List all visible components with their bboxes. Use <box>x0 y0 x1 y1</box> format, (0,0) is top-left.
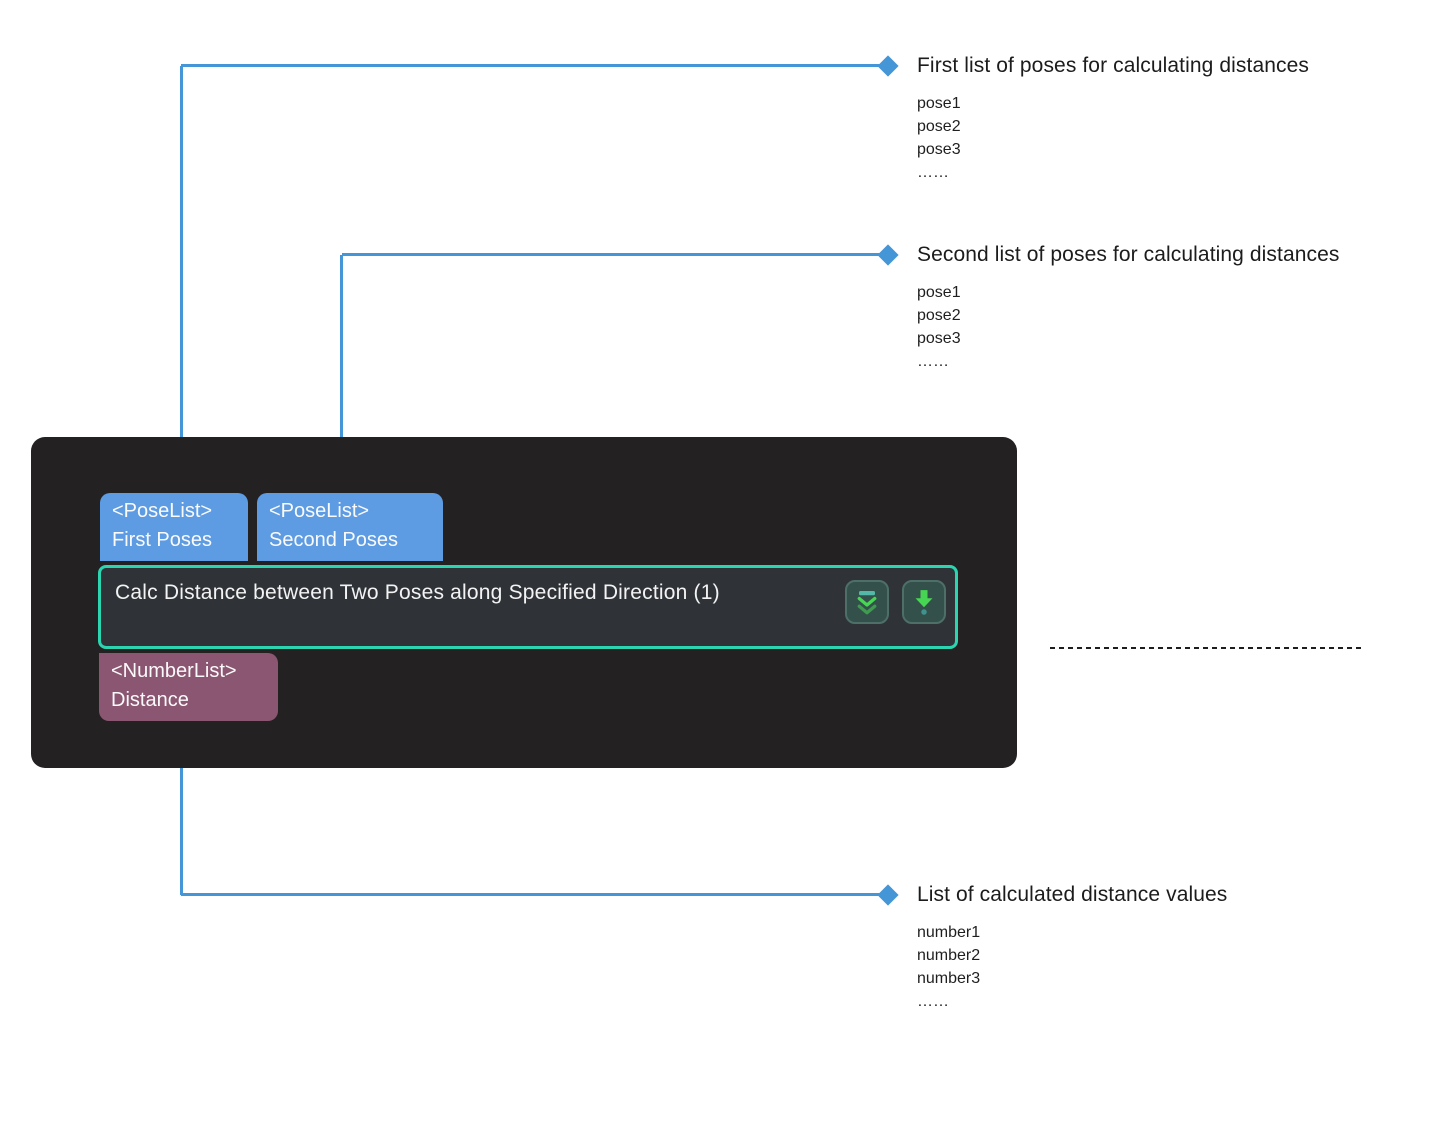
port-type-label: <PoseList> <box>269 497 431 526</box>
connector-line-second-input-horizontal <box>342 253 888 256</box>
list-item: pose3 <box>917 327 1340 350</box>
port-type-label: <NumberList> <box>111 657 266 686</box>
list-item: pose2 <box>917 115 1309 138</box>
connector-diamond-first-label <box>877 55 898 76</box>
connector-line-first-input-horizontal <box>181 64 888 67</box>
annotation-item-list: number1number2number3…… <box>917 921 1227 1013</box>
node-group-panel[interactable]: <PoseList> First Poses <PoseList> Second… <box>31 437 1017 768</box>
collapse-node-button[interactable] <box>845 580 889 624</box>
diagram-canvas: <PoseList> First Poses <PoseList> Second… <box>0 0 1442 1121</box>
list-item: …… <box>917 990 1227 1013</box>
list-item: pose2 <box>917 304 1340 327</box>
node-calc-distance[interactable]: Calc Distance between Two Poses along Sp… <box>98 565 958 649</box>
dotted-separator-line <box>1050 647 1362 649</box>
annotation-second-input: Second list of poses for calculating dis… <box>917 241 1340 373</box>
annotation-title: First list of poses for calculating dist… <box>917 52 1309 80</box>
list-item: pose3 <box>917 138 1309 161</box>
list-item: …… <box>917 161 1309 184</box>
port-type-label: <PoseList> <box>112 497 236 526</box>
double-chevron-down-icon <box>852 586 882 618</box>
port-name-label: Second Poses <box>269 526 431 555</box>
list-item: pose1 <box>917 92 1309 115</box>
list-item: number3 <box>917 967 1227 990</box>
step-run-button[interactable] <box>902 580 946 624</box>
output-port-distance[interactable]: <NumberList> Distance <box>99 653 278 721</box>
port-name-label: Distance <box>111 686 266 715</box>
port-name-label: First Poses <box>112 526 236 555</box>
annotation-item-list: pose1pose2pose3…… <box>917 281 1340 373</box>
annotation-output: List of calculated distance values numbe… <box>917 881 1227 1013</box>
annotation-title: Second list of poses for calculating dis… <box>917 241 1340 269</box>
arrow-down-dot-icon <box>909 585 939 619</box>
annotation-first-input: First list of poses for calculating dist… <box>917 52 1309 184</box>
input-port-second-poses[interactable]: <PoseList> Second Poses <box>257 493 443 561</box>
connector-diamond-output-label <box>877 884 898 905</box>
connector-line-output-horizontal <box>181 893 888 896</box>
list-item: number2 <box>917 944 1227 967</box>
annotation-title: List of calculated distance values <box>917 881 1227 909</box>
node-title: Calc Distance between Two Poses along Sp… <box>115 581 720 605</box>
connector-line-first-input-vertical <box>180 66 183 483</box>
list-item: …… <box>917 350 1340 373</box>
input-port-first-poses[interactable]: <PoseList> First Poses <box>100 493 248 561</box>
list-item: number1 <box>917 921 1227 944</box>
annotation-item-list: pose1pose2pose3…… <box>917 92 1309 184</box>
connector-diamond-second-label <box>877 244 898 265</box>
list-item: pose1 <box>917 281 1340 304</box>
